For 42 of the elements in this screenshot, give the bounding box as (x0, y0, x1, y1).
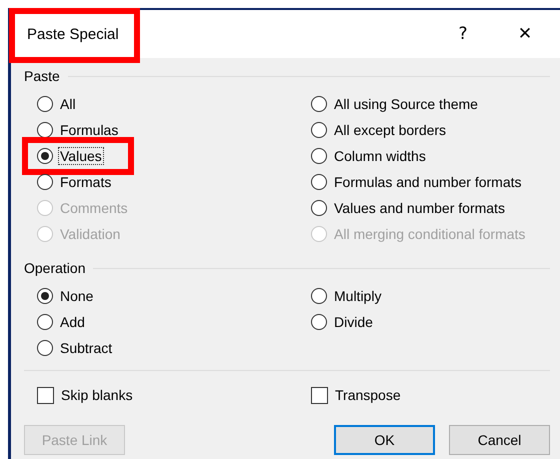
option-label: Formulas and number formats (333, 173, 523, 191)
radio-button[interactable] (311, 122, 327, 138)
option-label: Validation (59, 225, 122, 243)
radio-button[interactable] (311, 148, 327, 164)
radio-button[interactable] (37, 314, 53, 330)
window-title: Paste Special (27, 26, 120, 42)
option-label: All except borders (333, 121, 448, 139)
option-label: Formulas (59, 121, 120, 139)
group-label: Paste (24, 68, 60, 84)
radio-button[interactable] (311, 200, 327, 216)
radio-button[interactable] (311, 288, 327, 304)
radio-button[interactable] (37, 148, 53, 164)
radio-button[interactable] (37, 96, 53, 112)
checkbox[interactable] (311, 386, 328, 404)
option-label: All using Source theme (333, 95, 479, 113)
help-button[interactable]: ? (448, 19, 478, 49)
option-label: Multiply (333, 287, 382, 305)
option-label: Column widths (333, 147, 427, 165)
option-label: All (59, 95, 77, 113)
option-label: All merging conditional formats (333, 225, 526, 243)
dialog-button[interactable]: Cancel (449, 425, 550, 455)
ok-button[interactable]: OK (334, 425, 435, 455)
option-label: None (59, 287, 94, 305)
option-label: Values (58, 147, 104, 165)
radio-button[interactable] (37, 340, 53, 356)
checkbox-label: Skip blanks (60, 386, 134, 404)
radio-button[interactable] (37, 174, 53, 190)
option-label: Comments (59, 199, 129, 217)
radio-button[interactable] (37, 122, 53, 138)
radio-button[interactable] (311, 314, 327, 330)
option-label: Values and number formats (333, 199, 506, 217)
radio-button[interactable] (311, 96, 327, 112)
group-label: Operation (24, 260, 86, 276)
radio-button[interactable] (37, 288, 53, 304)
option-label: Add (59, 313, 86, 331)
close-button[interactable]: ✕ (510, 19, 540, 49)
option-label: Divide (333, 313, 374, 331)
option-label: Subtract (59, 339, 114, 357)
checkbox[interactable] (37, 386, 54, 404)
checkbox-label: Transpose (334, 386, 402, 404)
option-label: Formats (59, 173, 112, 191)
radio-button[interactable] (311, 174, 327, 190)
